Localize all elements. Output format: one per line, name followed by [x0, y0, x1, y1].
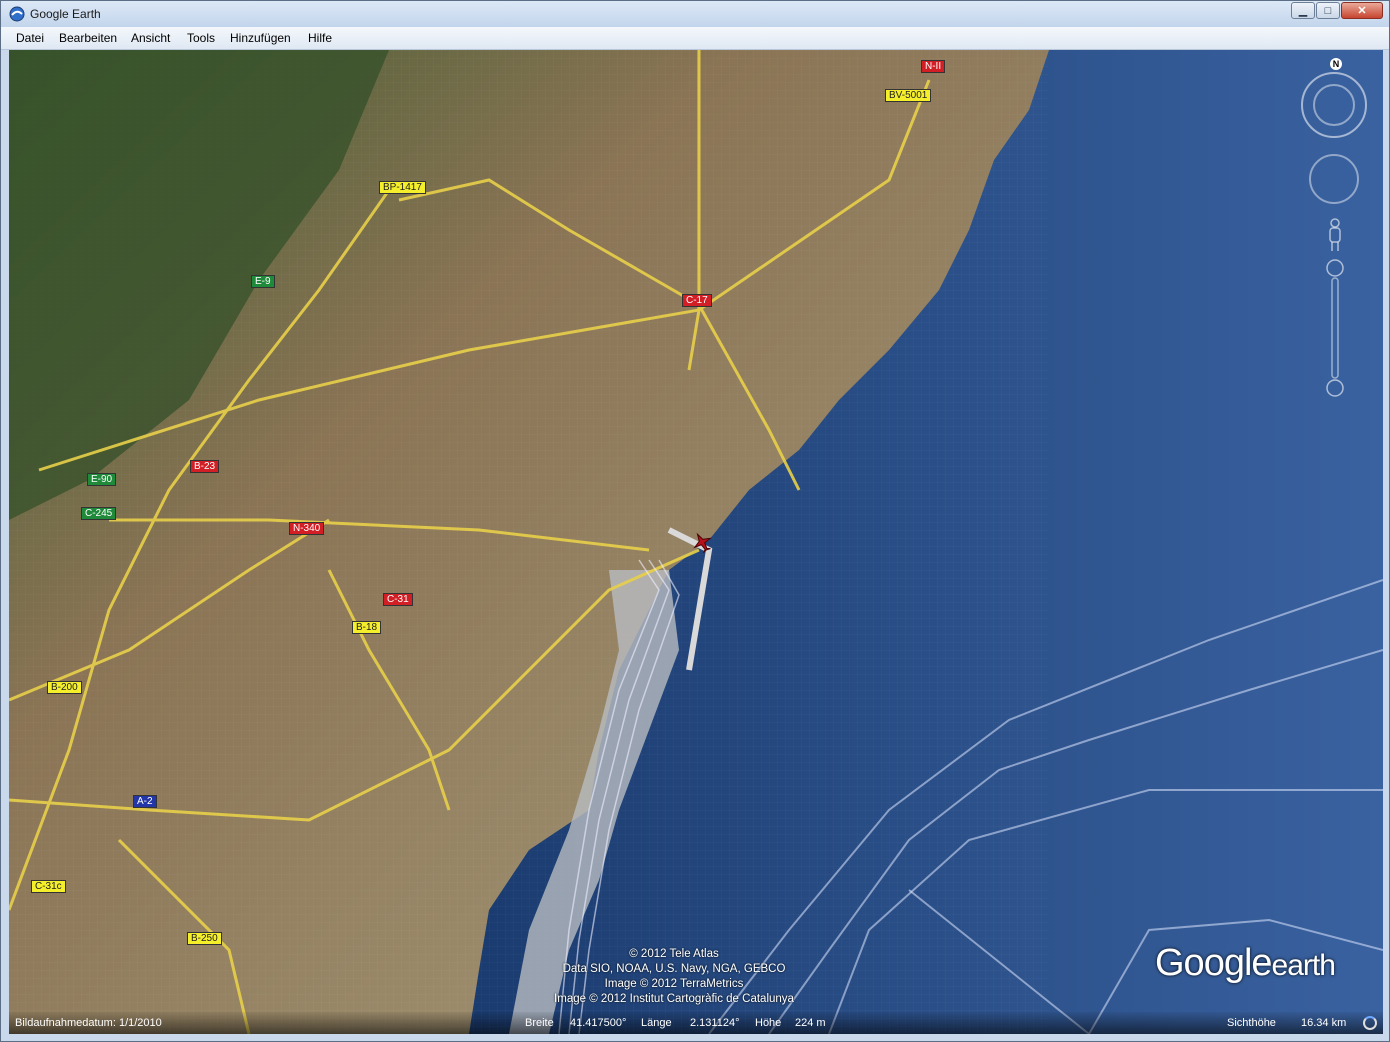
title-bar[interactable]: Google Earth ▁ □ ✕	[1, 1, 1389, 27]
road-label-c-17[interactable]: C-17	[682, 294, 712, 307]
road-label-c-245[interactable]: C-245	[81, 507, 117, 520]
look-joystick[interactable]	[1313, 84, 1355, 126]
elevation-value: 224 m	[795, 1017, 826, 1029]
menu-datei[interactable]: Datei	[16, 31, 44, 45]
attribution-line: Image © 2012 TerraMetrics	[604, 978, 744, 990]
road-label-n-340[interactable]: N-340	[289, 522, 325, 535]
attribution-line: © 2012 Tele Atlas	[629, 948, 719, 960]
menu-tools[interactable]: Tools	[187, 31, 215, 45]
attribution: © 2012 Tele Atlas Data SIO, NOAA, U.S. N…	[549, 947, 799, 1007]
latitude-label: Breite	[525, 1017, 554, 1029]
menu-hilfe[interactable]: Hilfe	[308, 31, 332, 45]
road-label-b-250[interactable]: B-250	[187, 932, 222, 945]
road-label-b-23[interactable]: B-23	[190, 460, 220, 473]
road-label-bv-5001[interactable]: BV-5001	[885, 89, 932, 102]
zoom-in-icon[interactable]	[1326, 259, 1344, 277]
eye-altitude-label: Sichthöhe	[1227, 1017, 1276, 1029]
google-earth-logo: Googleearth	[1155, 942, 1336, 985]
close-button[interactable]: ✕	[1341, 2, 1383, 19]
maximize-button[interactable]: □	[1316, 2, 1340, 19]
road-label-c-31c[interactable]: C-31c	[31, 880, 66, 893]
streaming-indicator-icon	[1363, 1016, 1377, 1030]
attribution-line: Image © 2012 Institut Cartogràfic de Cat…	[554, 993, 794, 1005]
airport-icon[interactable]	[691, 531, 713, 553]
menu-bar: Datei Bearbeiten Ansicht Tools Hinzufüge…	[1, 27, 1389, 50]
zoom-slider[interactable]	[1325, 258, 1345, 398]
latitude-value: 41.417500°	[570, 1017, 627, 1029]
street-view-pegman-icon[interactable]	[1327, 218, 1343, 252]
map-viewport[interactable]: N-II BV-5001 BP-1417 E-9 C-17 B-23 E-90 …	[9, 50, 1383, 1034]
imagery-date: Bildaufnahmedatum: 1/1/2010	[15, 1017, 162, 1029]
road-label-n-ii[interactable]: N-II	[921, 60, 946, 73]
eye-altitude-value: 16.34 km	[1301, 1017, 1347, 1029]
zoom-out-icon[interactable]	[1326, 379, 1344, 397]
status-bar: Bildaufnahmedatum: 1/1/2010 Breite 41.41…	[9, 1012, 1383, 1034]
longitude-value: 2.131124°	[690, 1017, 740, 1029]
road-label-bp-1417[interactable]: BP-1417	[379, 181, 426, 194]
google-earth-window: Google Earth ▁ □ ✕ Datei Bearbeiten Ansi…	[0, 0, 1390, 1042]
road-label-e-9[interactable]: E-9	[251, 275, 275, 288]
road-label-b-200[interactable]: B-200	[47, 681, 82, 694]
menu-bearbeiten[interactable]: Bearbeiten	[59, 31, 117, 45]
road-label-e-90[interactable]: E-90	[87, 473, 117, 486]
window-controls: ▁ □ ✕	[1290, 2, 1383, 19]
move-joystick[interactable]	[1309, 154, 1359, 204]
attribution-line: Data SIO, NOAA, U.S. Navy, NGA, GEBCO	[562, 963, 786, 975]
window-title: Google Earth	[30, 7, 101, 21]
menu-ansicht[interactable]: Ansicht	[131, 31, 170, 45]
navigation-controls: N	[1301, 58, 1369, 398]
road-label-a-2[interactable]: A-2	[133, 795, 157, 808]
road-label-c-31[interactable]: C-31	[383, 593, 413, 606]
road-label-b-18[interactable]: B-18	[352, 621, 382, 634]
google-earth-app-icon	[9, 6, 25, 22]
north-indicator[interactable]: N	[1330, 58, 1342, 70]
longitude-label: Länge	[641, 1017, 672, 1029]
menu-hinzufuegen[interactable]: Hinzufügen	[230, 31, 291, 45]
minimize-button[interactable]: ▁	[1291, 2, 1315, 19]
elevation-label: Höhe	[755, 1017, 782, 1029]
logo-google: Google	[1155, 942, 1273, 984]
logo-earth: earth	[1271, 949, 1336, 982]
